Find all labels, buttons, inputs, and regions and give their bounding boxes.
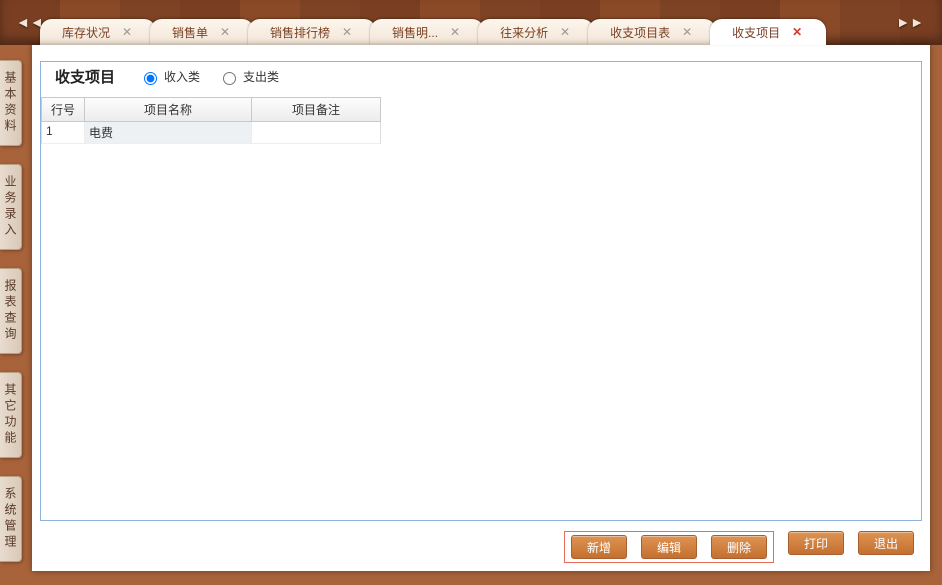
close-icon[interactable]: ✕	[340, 25, 354, 39]
sidebar: 基本资料 业务录入 报表查询 其它功能 系统管理	[0, 60, 20, 580]
tab-label: 销售明...	[392, 24, 438, 41]
table-body: 1 电费	[41, 122, 381, 144]
radio-expense[interactable]: 支出类	[218, 68, 279, 85]
tab-bar: ◄◄ ►► 库存状况 ✕ 销售单 ✕ 销售排行榜 ✕ 销售明... ✕ 往来分析…	[0, 0, 942, 45]
tab-income-expense-item[interactable]: 收支项目 ✕	[710, 19, 826, 45]
close-icon[interactable]: ✕	[448, 25, 462, 39]
edit-button[interactable]: 编辑	[641, 535, 697, 559]
radio-expense-label: 支出类	[243, 68, 279, 85]
crud-button-group: 新增 编辑 删除	[564, 531, 774, 563]
cell-note	[252, 122, 380, 143]
cell-rowno: 1	[42, 122, 85, 143]
sidebar-item-basic[interactable]: 基本资料	[0, 60, 22, 146]
tab-label: 库存状况	[62, 24, 110, 41]
sidebar-item-other[interactable]: 其它功能	[0, 372, 22, 458]
sidebar-item-report[interactable]: 报表查询	[0, 268, 22, 354]
tab-label: 收支项目	[732, 24, 780, 41]
radio-income[interactable]: 收入类	[139, 68, 200, 85]
tab-label: 往来分析	[500, 24, 548, 41]
close-icon[interactable]: ✕	[120, 25, 134, 39]
tabs-scroll-right-icon[interactable]: ►►	[896, 14, 924, 30]
panel-title: 收支项目	[55, 66, 115, 87]
radio-expense-input[interactable]	[223, 72, 236, 85]
sidebar-item-business[interactable]: 业务录入	[0, 164, 22, 250]
close-icon[interactable]: ✕	[218, 25, 232, 39]
print-button[interactable]: 打印	[788, 531, 844, 555]
delete-button[interactable]: 删除	[711, 535, 767, 559]
exit-button[interactable]: 退出	[858, 531, 914, 555]
col-rowno[interactable]: 行号	[42, 98, 85, 121]
tab-sales-rank[interactable]: 销售排行榜 ✕	[248, 19, 376, 45]
tab-income-expense-report[interactable]: 收支项目表 ✕	[588, 19, 716, 45]
tab-ar-analysis[interactable]: 往来分析 ✕	[478, 19, 594, 45]
col-name[interactable]: 项目名称	[85, 98, 252, 121]
items-table: 行号 项目名称 项目备注 1 电费	[41, 97, 381, 144]
panel-header: 收支项目 收入类 支出类	[41, 62, 921, 97]
tab-label: 收支项目表	[610, 24, 670, 41]
sidebar-item-label: 业务录入	[3, 175, 17, 239]
sidebar-item-system[interactable]: 系统管理	[0, 476, 22, 562]
footer-buttons: 新增 编辑 删除 打印 退出	[32, 531, 930, 563]
add-button[interactable]: 新增	[571, 535, 627, 559]
table-row[interactable]: 1 电费	[41, 122, 381, 144]
type-radio-group: 收入类 支出类	[139, 68, 279, 85]
app-root: ◄◄ ►► 库存状况 ✕ 销售单 ✕ 销售排行榜 ✕ 销售明... ✕ 往来分析…	[0, 0, 942, 585]
main-panel: 收支项目 收入类 支出类 行号 项目名称 项目备注	[32, 45, 930, 571]
close-icon[interactable]: ✕	[680, 25, 694, 39]
cell-name: 电费	[85, 122, 252, 143]
tab-label: 销售单	[172, 24, 208, 41]
sidebar-item-label: 基本资料	[3, 71, 17, 135]
tab-inventory[interactable]: 库存状况 ✕	[40, 19, 156, 45]
tab-sales-detail[interactable]: 销售明... ✕	[370, 19, 484, 45]
tab-label: 销售排行榜	[270, 24, 330, 41]
tab-sales-order[interactable]: 销售单 ✕	[150, 19, 254, 45]
sidebar-item-label: 其它功能	[3, 383, 17, 447]
radio-income-label: 收入类	[164, 68, 200, 85]
col-note[interactable]: 项目备注	[252, 98, 380, 121]
panel-frame: 收支项目 收入类 支出类 行号 项目名称 项目备注	[40, 61, 922, 521]
sidebar-item-label: 报表查询	[3, 279, 17, 343]
close-icon[interactable]: ✕	[558, 25, 572, 39]
sidebar-item-label: 系统管理	[3, 487, 17, 551]
radio-income-input[interactable]	[144, 72, 157, 85]
table-header: 行号 项目名称 项目备注	[41, 97, 381, 122]
close-icon[interactable]: ✕	[790, 25, 804, 39]
